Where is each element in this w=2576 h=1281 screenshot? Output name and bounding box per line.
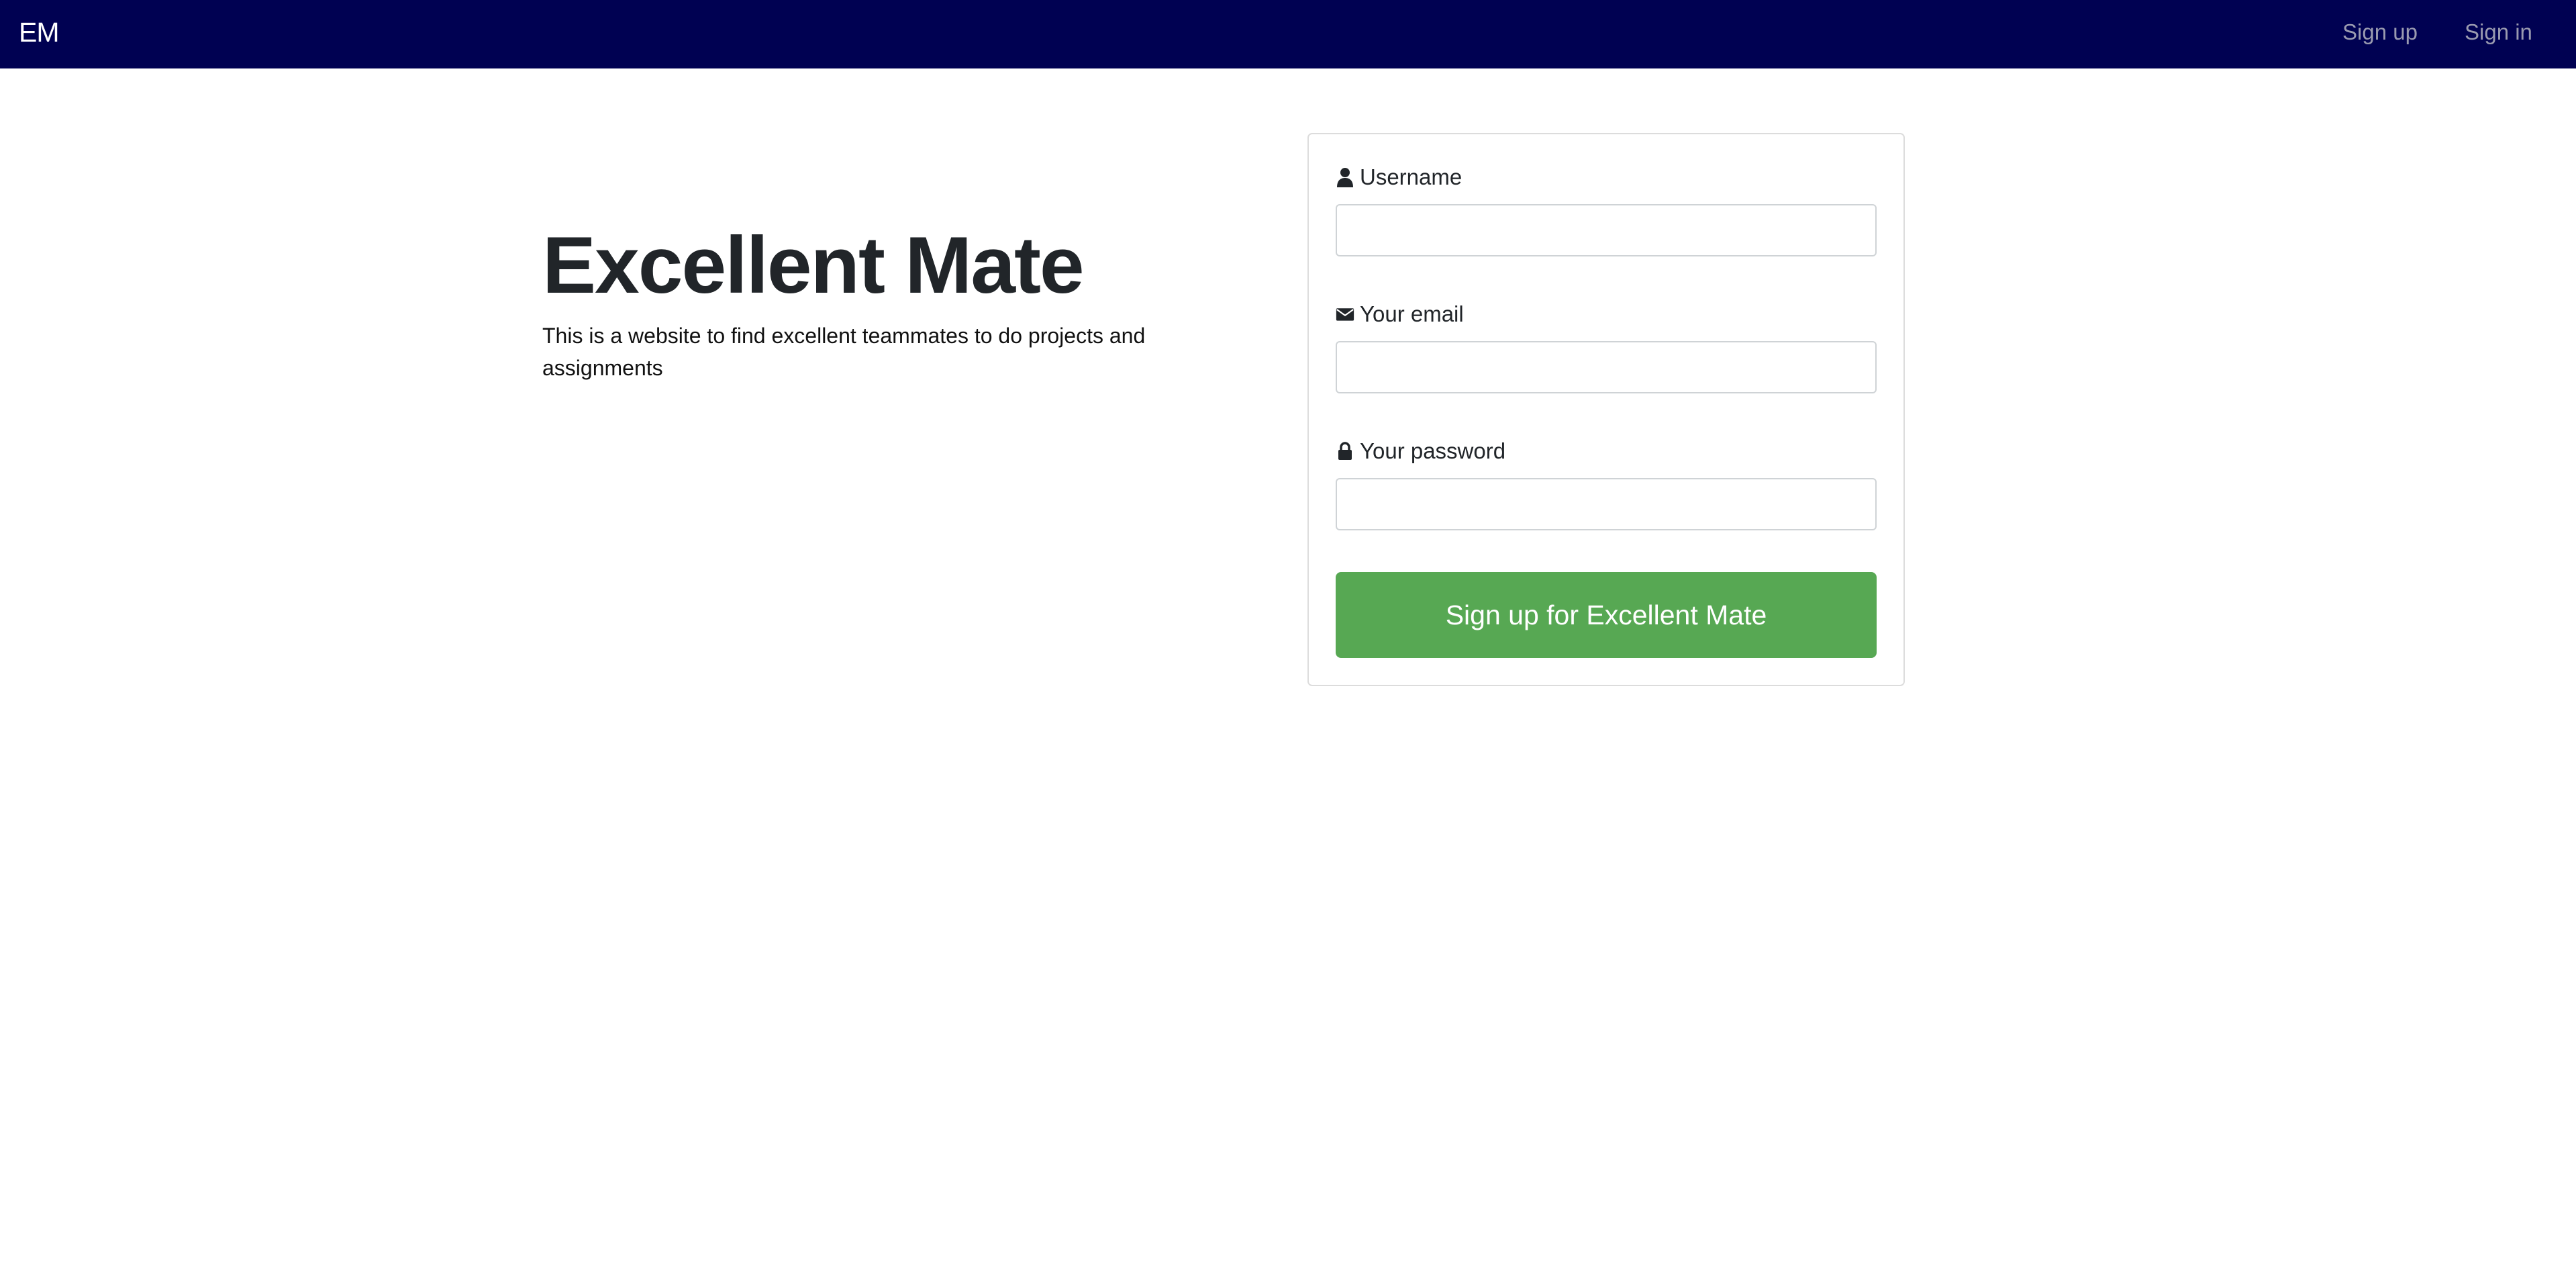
envelope-icon (1336, 304, 1354, 324)
user-icon (1336, 167, 1354, 187)
signup-card: Username Your email Your password Sign u… (1307, 133, 1905, 686)
password-label-text: Your password (1360, 438, 1506, 463)
hero-description: This is a website to find excellent team… (542, 324, 1146, 380)
email-label: Your email (1336, 299, 1464, 329)
brand-logo[interactable]: EM (19, 13, 59, 51)
password-input[interactable] (1336, 478, 1877, 530)
password-label: Your password (1336, 436, 1505, 466)
nav-sign-in-link[interactable]: Sign in (2465, 13, 2532, 51)
hero-section: Excellent Mate This is a website to find… (542, 215, 1213, 384)
username-label-text: Username (1360, 164, 1463, 189)
sign-up-submit-button[interactable]: Sign up for Excellent Mate (1336, 572, 1877, 658)
email-label-text: Your email (1360, 301, 1464, 326)
page-title: Excellent Mate (542, 220, 1085, 310)
email-input[interactable] (1336, 341, 1877, 393)
top-navbar: EM Sign up Sign in (0, 0, 2576, 68)
username-input[interactable] (1336, 204, 1877, 256)
nav-sign-up-link[interactable]: Sign up (2342, 13, 2418, 51)
lock-icon (1336, 441, 1354, 461)
username-label: Username (1336, 162, 1462, 192)
